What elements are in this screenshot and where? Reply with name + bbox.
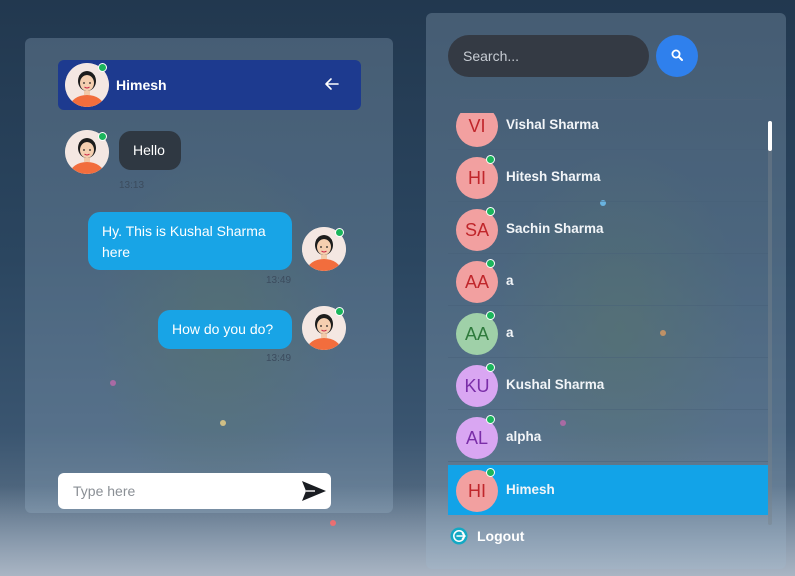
user-name: a	[506, 273, 514, 288]
user-name: Vishal Sharma	[506, 117, 599, 132]
chat-panel: Himesh Hello 13:13 Hy. This is Kushal Sh…	[25, 38, 393, 513]
online-indicator	[98, 63, 107, 72]
send-icon[interactable]	[301, 480, 327, 502]
user-item[interactable]: AL alpha	[448, 412, 768, 462]
user-name: alpha	[506, 429, 542, 444]
chat-header: Himesh	[58, 60, 361, 110]
user-name: Kushal Sharma	[506, 377, 605, 392]
online-indicator	[486, 363, 495, 372]
user-item[interactable]: AA a	[448, 308, 768, 358]
user-item[interactable]: VI Vishal Sharma	[448, 113, 768, 150]
message-bubble: How do you do?	[158, 310, 292, 349]
user-name: Sachin Sharma	[506, 221, 604, 236]
online-indicator	[486, 415, 495, 424]
message-time: 13:13	[119, 180, 145, 191]
message-composer	[58, 473, 331, 509]
search-input[interactable]	[448, 35, 649, 77]
user-item[interactable]: SA Sachin Sharma	[448, 204, 768, 254]
user-item[interactable]: KU Kushal Sharma	[448, 360, 768, 410]
user-initials-avatar: VI	[456, 113, 498, 147]
user-name: Himesh	[506, 482, 555, 497]
online-indicator	[486, 468, 495, 477]
online-indicator	[486, 311, 495, 320]
online-indicator	[486, 207, 495, 216]
user-list: VI Vishal Sharma HI Hitesh Sharma SA Sac…	[448, 113, 768, 528]
online-indicator	[486, 259, 495, 268]
message-input[interactable]	[58, 473, 288, 509]
background-light	[330, 520, 336, 526]
online-indicator	[98, 132, 107, 141]
search-box	[448, 35, 649, 77]
scrollbar[interactable]	[768, 121, 772, 525]
chat-contact-name: Himesh	[116, 77, 167, 93]
message-time: 13:49	[266, 353, 292, 364]
message-time: 13:49	[266, 275, 292, 286]
online-indicator	[486, 155, 495, 164]
user-item-active[interactable]: HI Himesh	[448, 465, 768, 515]
logout-icon	[450, 527, 468, 545]
user-name: a	[506, 325, 514, 340]
scrollbar-thumb[interactable]	[768, 121, 772, 151]
online-indicator	[335, 228, 344, 237]
message-bubble: Hello	[119, 131, 181, 170]
user-item[interactable]: AA a	[448, 256, 768, 306]
search-button[interactable]	[656, 35, 698, 77]
user-name: Hitesh Sharma	[506, 169, 601, 184]
message-bubble: Hy. This is Kushal Sharma here	[88, 212, 292, 270]
users-panel: VI Vishal Sharma HI Hitesh Sharma SA Sac…	[426, 13, 786, 569]
logout-label: Logout	[477, 528, 525, 544]
divider	[460, 99, 762, 100]
user-item[interactable]: HI Hitesh Sharma	[448, 152, 768, 202]
arrow-left-icon[interactable]	[323, 75, 341, 93]
online-indicator	[335, 307, 344, 316]
search-icon	[671, 49, 683, 61]
